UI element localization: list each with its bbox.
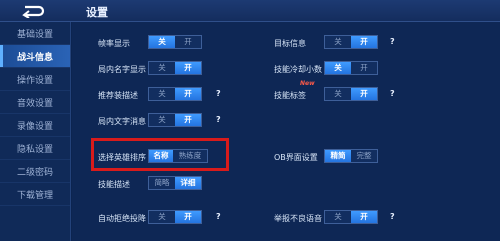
recommended-gear-label: 推荐装描述 — [98, 91, 138, 100]
sidebar-item-recording[interactable]: 录像设置 — [0, 114, 70, 137]
sidebar-item-audio[interactable]: 音效设置 — [0, 91, 70, 114]
new-badge: New — [300, 80, 315, 87]
recommended-gear-on-option[interactable]: 开 — [175, 88, 201, 100]
frame-rate-toggle: 关 开 — [148, 35, 202, 49]
skill-tag-help-icon[interactable]: ? — [390, 89, 395, 98]
target-info-toggle: 关 开 — [324, 35, 378, 49]
in-game-text-help-icon[interactable]: ? — [216, 115, 221, 124]
skill-tag-toggle: 关 开 — [324, 87, 378, 101]
target-info-off-option[interactable]: 关 — [325, 36, 351, 48]
frame-rate-off-option[interactable]: 关 — [149, 36, 175, 48]
skill-cd-decimal-off-option[interactable]: 关 — [325, 62, 351, 74]
sidebar-item-label: 操作设置 — [16, 75, 53, 86]
back-arrow-icon — [22, 5, 45, 18]
sidebar-item-battle-info[interactable]: 战斗信息 — [0, 45, 70, 68]
in-game-name-label: 局内名字显示 — [98, 65, 146, 74]
auto-reject-surrender-on-option[interactable]: 开 — [175, 211, 201, 223]
skill-cd-decimal-on-option[interactable]: 开 — [351, 62, 377, 74]
sidebar-item-label: 录像设置 — [16, 121, 53, 132]
in-game-text-off-option[interactable]: 关 — [149, 114, 175, 126]
frame-rate-label: 帧率显示 — [98, 39, 130, 48]
in-game-name-off-option[interactable]: 关 — [149, 62, 175, 74]
skill-tag-off-option[interactable]: 关 — [325, 88, 351, 100]
skill-cd-decimal-label: 技能冷却小数 — [274, 65, 322, 74]
back-button[interactable] — [14, 3, 52, 19]
target-info-on-option[interactable]: 开 — [351, 36, 377, 48]
target-info-help-icon[interactable]: ? — [390, 37, 395, 46]
sidebar-item-controls[interactable]: 操作设置 — [0, 68, 70, 91]
frame-rate-on-option[interactable]: 开 — [175, 36, 201, 48]
recommended-gear-help-icon[interactable]: ? — [216, 89, 221, 98]
in-game-name-toggle: 关 开 — [148, 61, 202, 75]
report-voice-help-icon[interactable]: ? — [390, 212, 395, 221]
sidebar-item-label: 隐私设置 — [16, 144, 53, 155]
auto-reject-surrender-help-icon[interactable]: ? — [216, 212, 221, 221]
in-game-text-label: 局内文字消息 — [98, 117, 146, 126]
skill-desc-label: 技能描述 — [98, 180, 130, 189]
in-game-name-on-option[interactable]: 开 — [175, 62, 201, 74]
highlight-annotation-box — [91, 138, 229, 171]
sidebar-item-label: 下载管理 — [16, 190, 53, 201]
in-game-text-toggle: 关 开 — [148, 113, 202, 127]
report-voice-toggle: 关 开 — [324, 210, 378, 224]
target-info-label: 目标信息 — [274, 39, 306, 48]
sidebar-item-label: 战斗信息 — [16, 52, 53, 63]
ob-ui-toggle: 精简 完整 — [324, 149, 378, 163]
top-bar: 设置 — [0, 0, 500, 22]
skill-desc-brief-option[interactable]: 简略 — [149, 177, 175, 189]
recommended-gear-off-option[interactable]: 关 — [149, 88, 175, 100]
sidebar-item-privacy[interactable]: 隐私设置 — [0, 137, 70, 160]
skill-cd-decimal-toggle: 关 开 — [324, 61, 378, 75]
settings-panel: 帧率显示 关 开 目标信息 关 开 ? 局内名字显示 关 开 技能冷却小数 关 … — [72, 22, 500, 241]
auto-reject-surrender-toggle: 关 开 — [148, 210, 202, 224]
skill-desc-toggle: 简略 详细 — [148, 176, 202, 190]
page-title: 设置 — [86, 6, 108, 19]
sidebar-item-label: 基础设置 — [16, 29, 53, 40]
report-voice-label: 举报不良语音 — [274, 214, 322, 223]
auto-reject-surrender-label: 自动拒绝投降 — [98, 214, 146, 223]
sidebar-item-label: 音效设置 — [16, 98, 53, 109]
report-voice-off-option[interactable]: 关 — [325, 211, 351, 223]
ob-ui-simple-option[interactable]: 精简 — [325, 150, 351, 162]
sidebar-item-label: 二级密码 — [16, 167, 53, 178]
sidebar-item-basic[interactable]: 基础设置 — [0, 22, 70, 45]
skill-tag-on-option[interactable]: 开 — [351, 88, 377, 100]
auto-reject-surrender-off-option[interactable]: 关 — [149, 211, 175, 223]
skill-tag-label: 技能标签 — [274, 91, 306, 100]
sidebar-item-downloads[interactable]: 下载管理 — [0, 183, 70, 206]
settings-sidebar: 基础设置 战斗信息 操作设置 音效设置 录像设置 隐私设置 二级密码 下载管理 — [0, 22, 71, 241]
report-voice-on-option[interactable]: 开 — [351, 211, 377, 223]
in-game-text-on-option[interactable]: 开 — [175, 114, 201, 126]
recommended-gear-toggle: 关 开 — [148, 87, 202, 101]
sidebar-item-secondary-password[interactable]: 二级密码 — [0, 160, 70, 183]
ob-ui-label: OB界面设置 — [274, 153, 318, 162]
skill-desc-detailed-option[interactable]: 详细 — [175, 177, 201, 189]
ob-ui-full-option[interactable]: 完整 — [351, 150, 377, 162]
